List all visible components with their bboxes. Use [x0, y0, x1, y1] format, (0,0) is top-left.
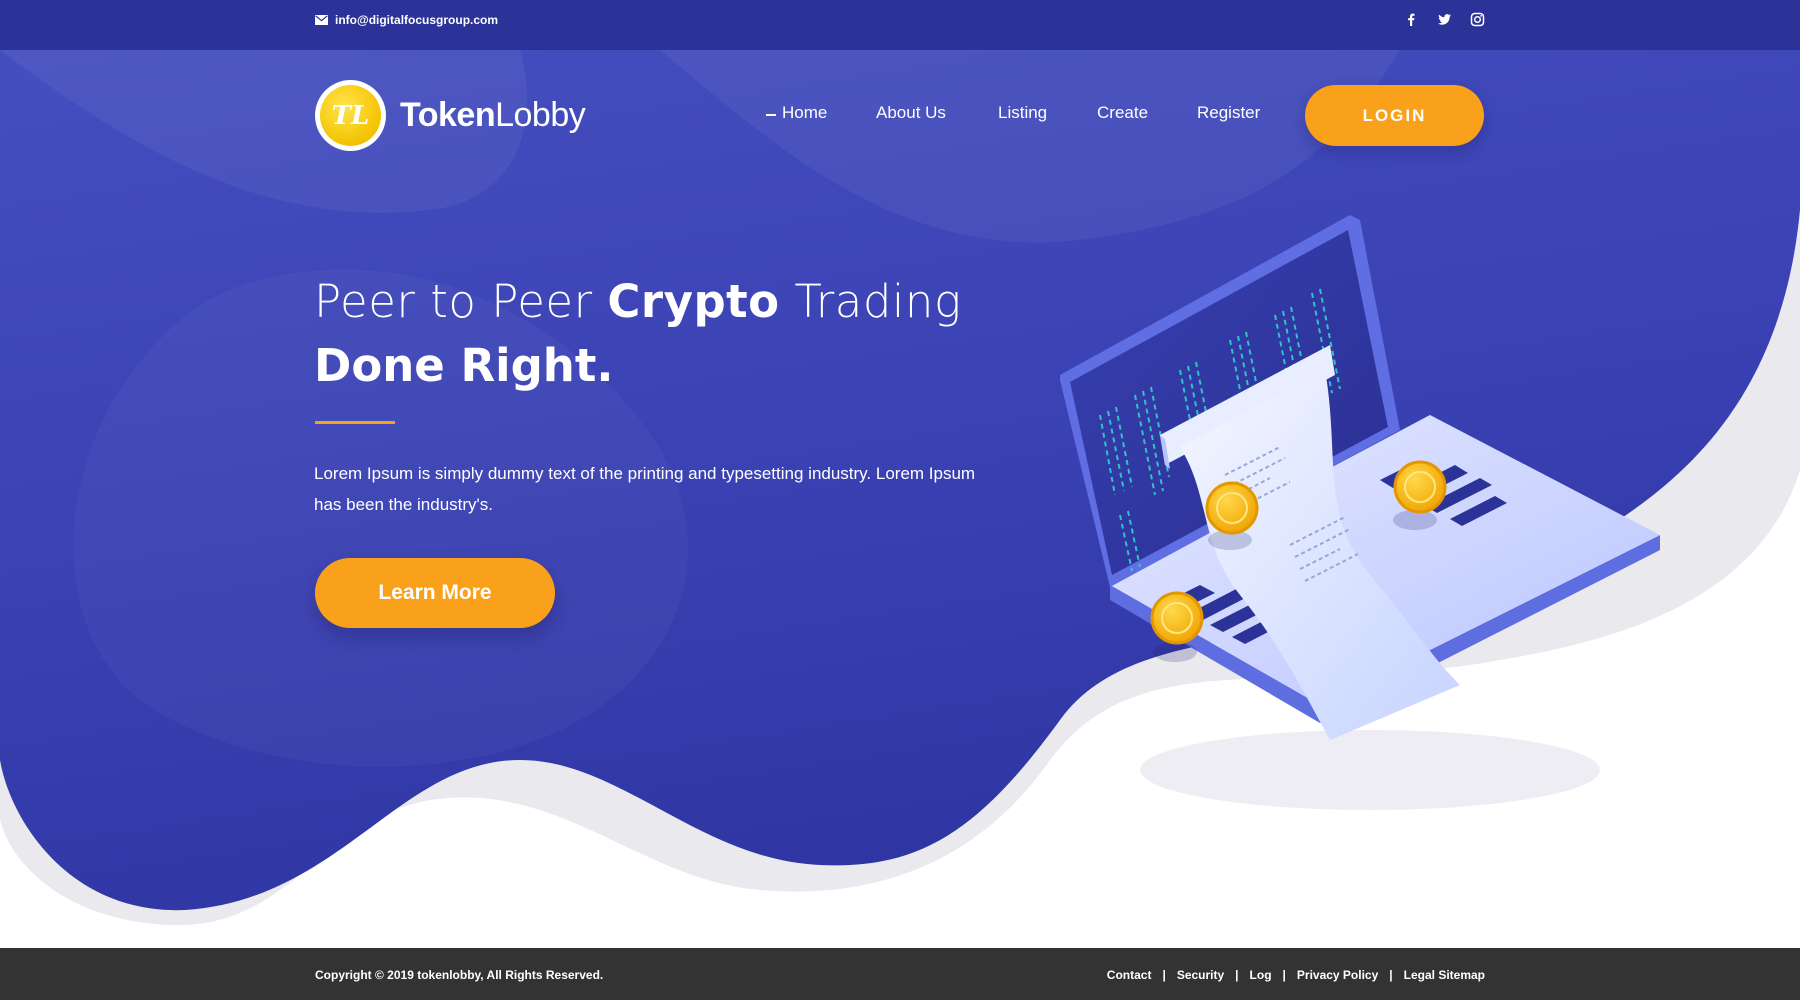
hero-description: Lorem Ipsum is simply dummy text of the …: [314, 464, 976, 514]
headline-bold: Crypto: [607, 275, 780, 328]
headline-post: Trading: [779, 275, 962, 328]
twitter-icon[interactable]: [1437, 12, 1452, 27]
headline-pre: Peer to Peer: [314, 275, 608, 328]
facebook-icon[interactable]: [1404, 12, 1419, 27]
nav-item-home[interactable]: Home: [782, 103, 827, 123]
contact-email[interactable]: info@digitalfocusgroup.com: [315, 13, 498, 27]
hero-headline: Peer to Peer Crypto Trading Done Right.: [314, 270, 961, 398]
instagram-icon[interactable]: [1470, 12, 1485, 27]
footer-separator: |: [1389, 968, 1393, 982]
copyright-text: Copyright © 2019 tokenlobby, All Rights …: [315, 968, 604, 982]
nav-item-about-us[interactable]: About Us: [876, 103, 946, 123]
footer-link-log[interactable]: Log: [1250, 968, 1272, 982]
laptop-receipt-illustration: [1060, 215, 1660, 810]
nav-item-register[interactable]: Register: [1197, 103, 1260, 123]
nav-item-listing[interactable]: Listing: [998, 103, 1047, 123]
active-nav-indicator: [766, 114, 776, 116]
main-nav: Home About Us Listing Create Register: [0, 103, 1800, 129]
login-button[interactable]: LOGIN: [1305, 85, 1484, 146]
headline-line-1: Peer to Peer Crypto Trading: [314, 270, 961, 334]
top-contact-bar: info@digitalfocusgroup.com: [0, 0, 1800, 50]
site-footer: Copyright © 2019 tokenlobby, All Rights …: [0, 948, 1800, 1000]
footer-separator: |: [1162, 968, 1166, 982]
footer-link-legal-sitemap[interactable]: Legal Sitemap: [1404, 968, 1485, 982]
contact-email-text: info@digitalfocusgroup.com: [335, 13, 499, 27]
learn-more-button[interactable]: Learn More: [315, 558, 555, 628]
headline-divider: [315, 421, 395, 424]
footer-separator: |: [1235, 968, 1239, 982]
footer-link-contact[interactable]: Contact: [1107, 968, 1152, 982]
headline-line-2: Done Right.: [314, 339, 614, 392]
footer-separator: |: [1282, 968, 1286, 982]
nav-item-create[interactable]: Create: [1097, 103, 1148, 123]
footer-link-security[interactable]: Security: [1177, 968, 1224, 982]
footer-link-privacy-policy[interactable]: Privacy Policy: [1297, 968, 1378, 982]
social-links: [1404, 12, 1485, 27]
mail-icon: [315, 15, 328, 25]
footer-links: Contact | Security | Log | Privacy Polic…: [1107, 968, 1485, 982]
